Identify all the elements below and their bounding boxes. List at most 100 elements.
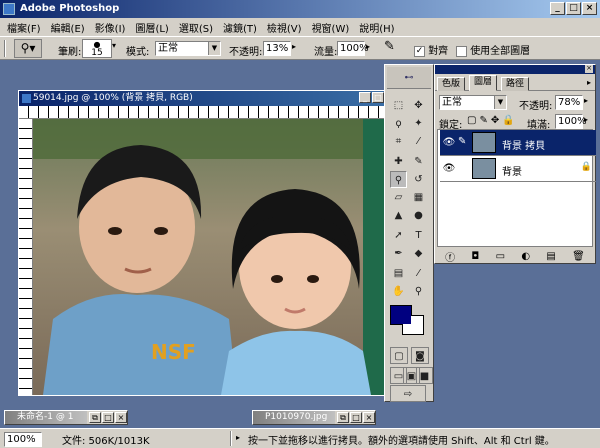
slice-tool-icon[interactable]: ⁄ — [410, 133, 427, 150]
minimized-window[interactable]: 未命名-1 @ 1 ⧉ □ × — [4, 410, 128, 425]
standard-mode-icon[interactable]: ▢ — [390, 347, 408, 364]
menu-select[interactable]: 選取(S) — [174, 20, 218, 35]
type-tool-icon[interactable]: T — [410, 227, 427, 244]
maximize-button[interactable]: □ — [350, 412, 362, 423]
fill-input[interactable]: 100% — [555, 114, 587, 129]
lasso-tool-icon[interactable]: ϙ — [390, 115, 407, 132]
menu-layer[interactable]: 圖層(L) — [130, 20, 173, 35]
new-set-icon[interactable]: ▭ — [496, 251, 505, 262]
zoom-input[interactable]: 100% — [4, 432, 42, 447]
tab-channels[interactable]: 色版 — [437, 77, 466, 91]
fill-slider-icon[interactable]: ▸ — [584, 115, 588, 124]
visibility-eye-icon[interactable]: 👁 — [442, 162, 456, 176]
path-selection-tool-icon[interactable]: ➚ — [390, 227, 407, 244]
blend-mode-select[interactable]: 正常 ▼ — [439, 95, 507, 110]
menu-help[interactable]: 說明(H) — [354, 20, 399, 35]
delete-layer-icon[interactable]: 🗑 — [572, 251, 585, 262]
document-minimize-button[interactable]: _ — [359, 92, 371, 103]
status-divider — [230, 431, 232, 446]
flow-input[interactable]: 100% — [337, 41, 369, 56]
layer-style-icon[interactable]: ⓕ — [445, 249, 455, 264]
status-arrow-icon[interactable]: ▸ — [236, 433, 240, 442]
layer-opacity-slider-icon[interactable]: ▸ — [584, 96, 588, 105]
opacity-input[interactable]: 13% — [263, 41, 291, 56]
add-mask-icon[interactable]: ◘ — [471, 251, 479, 262]
options-bar: ⚲▾ 筆刷: ● 15 ▾ 模式: 正常 ▼ 不透明: 13% ▸ 流量: 100… — [0, 36, 600, 60]
layer-opacity-input[interactable]: 78% — [555, 95, 583, 110]
move-tool-icon[interactable]: ✥ — [410, 97, 427, 114]
hand-tool-icon[interactable]: ✋ — [390, 283, 407, 300]
eraser-tool-icon[interactable]: ▱ — [390, 189, 407, 206]
tab-paths[interactable]: 路徑 — [501, 77, 530, 91]
jump-to-imageready-icon[interactable]: ⇨ — [390, 385, 426, 402]
app-title: Adobe Photoshop — [20, 3, 120, 14]
screen-mode-full-icon[interactable]: ■ — [416, 367, 433, 384]
brush-dropdown-icon[interactable]: ▾ — [112, 41, 116, 50]
mode-select[interactable]: 正常 ▼ — [155, 41, 221, 56]
new-layer-icon[interactable]: ▤ — [546, 251, 555, 262]
opacity-slider-icon[interactable]: ▸ — [292, 42, 296, 51]
options-grip — [4, 40, 6, 57]
zoom-tool-icon[interactable]: ⚲ — [410, 283, 427, 300]
blend-mode-dropdown-icon[interactable]: ▼ — [494, 96, 506, 109]
layer-row[interactable]: 👁 ✎ 背景 拷貝 — [440, 130, 596, 156]
restore-button[interactable]: ⧉ — [337, 412, 349, 423]
menu-image[interactable]: 影像(I) — [90, 20, 131, 35]
close-button[interactable]: × — [363, 412, 375, 423]
blend-mode-value: 正常 — [442, 97, 462, 108]
clone-stamp-tool-icon[interactable]: ⚲ — [390, 171, 407, 188]
use-all-layers-checkbox[interactable] — [456, 45, 467, 57]
notes-tool-icon[interactable]: ▤ — [390, 265, 407, 282]
dodge-tool-icon[interactable]: ● — [410, 207, 427, 224]
close-button[interactable]: × — [582, 2, 597, 15]
brush-tool-icon[interactable]: ✎ — [410, 153, 427, 170]
menu-view[interactable]: 檢視(V) — [262, 20, 307, 35]
eyedropper-tool-icon[interactable]: ⁄ — [410, 265, 427, 282]
horizontal-ruler[interactable] — [19, 106, 385, 119]
minimized-window[interactable]: P1010970.jpg ⧉ □ × — [252, 410, 376, 425]
tab-layers[interactable]: 圖層 — [469, 75, 498, 91]
restore-button[interactable]: ⧉ — [89, 412, 101, 423]
quick-mask-mode-icon[interactable]: ◙ — [411, 347, 429, 364]
layers-panel-menu-icon[interactable]: ▸ — [587, 78, 591, 87]
pen-tool-icon[interactable]: ✒ — [390, 245, 407, 262]
use-all-layers-option[interactable]: 使用全部圖層 — [456, 42, 530, 57]
brush-label: 筆刷: — [58, 47, 82, 58]
adjustment-layer-icon[interactable]: ◐ — [521, 251, 530, 262]
aligned-checkbox[interactable]: ✓ — [414, 45, 425, 57]
maximize-button[interactable]: □ — [566, 2, 581, 15]
menu-filter[interactable]: 濾鏡(T) — [218, 20, 262, 35]
document-canvas[interactable]: NSF — [33, 119, 385, 395]
layer-row[interactable]: 👁 背景 🔒 — [440, 156, 596, 182]
menu-edit[interactable]: 編輯(E) — [46, 20, 90, 35]
close-button[interactable]: × — [115, 412, 127, 423]
brush-picker[interactable]: ● 15 — [82, 39, 112, 58]
clone-stamp-preset-icon[interactable]: ⚲▾ — [14, 39, 42, 58]
brush-link-icon[interactable]: ✎ — [458, 136, 466, 147]
menu-file[interactable]: 檔案(F) — [2, 20, 46, 35]
maximize-button[interactable]: □ — [102, 412, 114, 423]
document-maximize-button[interactable]: □ — [372, 92, 384, 103]
marquee-tool-icon[interactable]: ⬚ — [390, 97, 407, 114]
vertical-ruler[interactable] — [19, 119, 33, 395]
layers-panel-close-icon[interactable]: × — [585, 65, 593, 73]
gradient-tool-icon[interactable]: ▦ — [410, 189, 427, 206]
menu-window[interactable]: 視窗(W) — [307, 20, 355, 35]
flow-slider-icon[interactable]: ▸ — [366, 42, 370, 51]
mode-dropdown-icon[interactable]: ▼ — [208, 42, 220, 55]
document-titlebar[interactable]: 59014.jpg @ 100% (背景 拷貝, RGB) _ □ — [19, 91, 385, 106]
adobe-feather-icon[interactable]: ⊷ — [387, 67, 431, 89]
magic-wand-tool-icon[interactable]: ✦ — [410, 115, 427, 132]
history-brush-tool-icon[interactable]: ↺ — [410, 171, 427, 188]
crop-tool-icon[interactable]: ⌗ — [390, 133, 407, 150]
layers-panel-titlebar[interactable]: × — [435, 65, 595, 74]
shape-tool-icon[interactable]: ◆ — [410, 245, 427, 262]
healing-brush-tool-icon[interactable]: ✚ — [390, 153, 407, 170]
blur-tool-icon[interactable]: ▲ — [390, 207, 407, 224]
visibility-eye-icon[interactable]: 👁 — [442, 136, 456, 150]
aligned-option[interactable]: ✓ 對齊 — [414, 42, 448, 57]
menu-bar: 檔案(F) 編輯(E) 影像(I) 圖層(L) 選取(S) 濾鏡(T) 檢視(V… — [0, 18, 600, 36]
minimize-button[interactable]: _ — [550, 2, 565, 15]
lock-options-icons[interactable]: ▢✎✥🔒 — [467, 115, 518, 126]
airbrush-icon[interactable]: ✎ — [384, 39, 395, 54]
